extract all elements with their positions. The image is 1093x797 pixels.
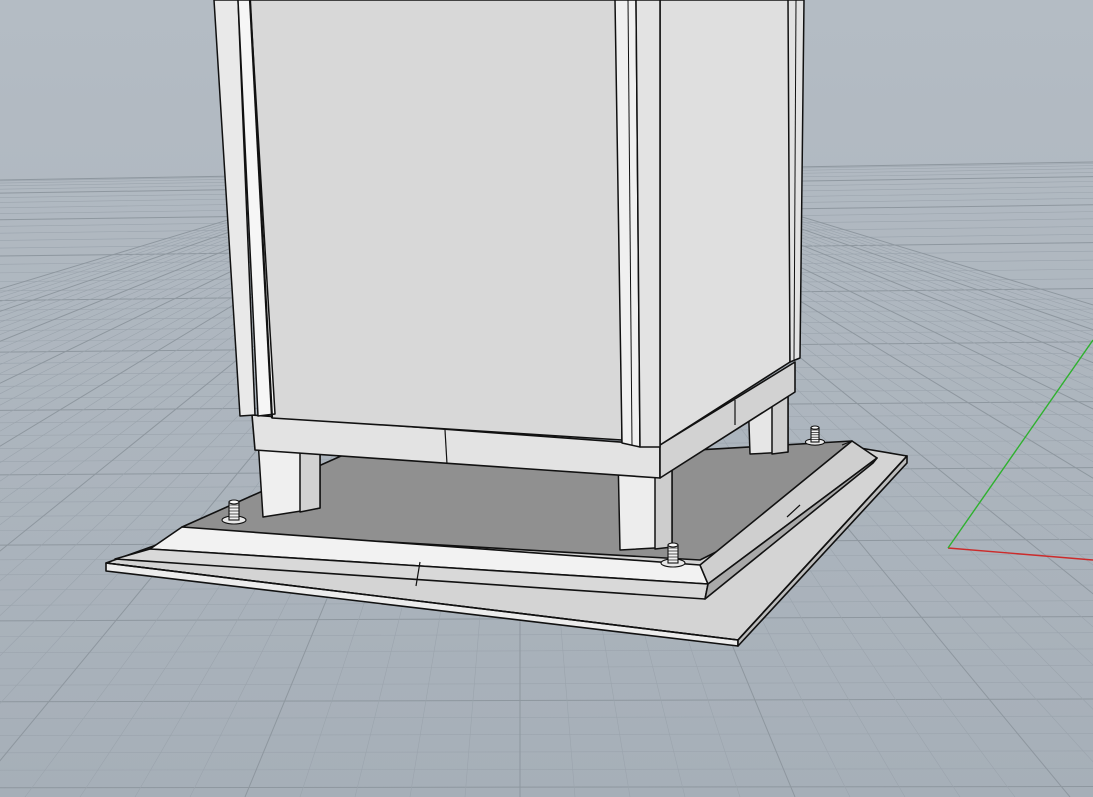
cabinet-corner-post-front[interactable] — [614, 0, 661, 448]
perspective-viewport[interactable] — [0, 0, 1093, 797]
cabinet-body[interactable] — [247, 0, 791, 446]
viewport-canvas[interactable] — [0, 0, 1093, 797]
